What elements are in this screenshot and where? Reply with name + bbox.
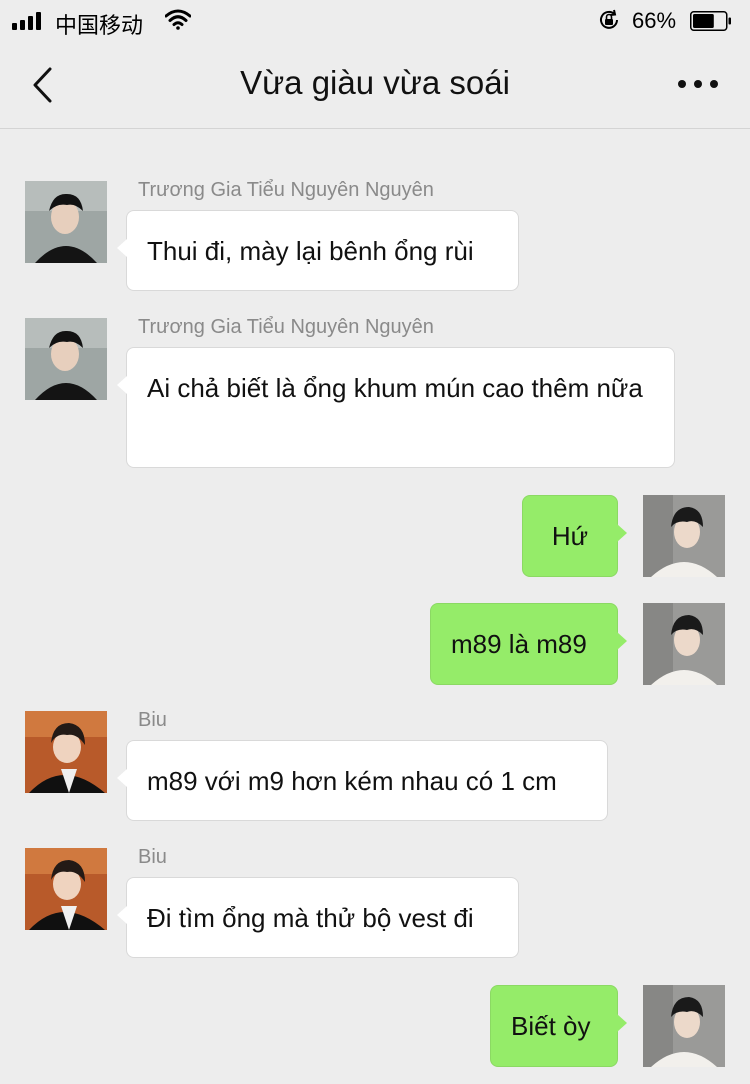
sender-name: Trương Gia Tiểu Nguyên Nguyên	[138, 179, 434, 201]
avatar[interactable]	[25, 318, 107, 400]
avatar[interactable]	[643, 985, 725, 1067]
battery-percent: 66%	[632, 8, 677, 33]
message-text: Ai chả biết là ổng khum mún cao thêm nữa	[147, 373, 643, 403]
sender-name: Biu	[138, 846, 167, 868]
message-text: Hứ	[551, 521, 589, 551]
rotation-lock-icon	[600, 9, 618, 29]
battery-icon	[690, 11, 731, 31]
signal-icon	[12, 12, 48, 30]
message-text: m89 với m9 hơn kém nhau có 1 cm	[147, 766, 557, 796]
avatar[interactable]	[25, 711, 107, 793]
more-icon[interactable]	[678, 80, 718, 90]
message-bubble[interactable]: Ai chả biết là ổng khum mún cao thêm nữa	[117, 347, 675, 468]
message-text: Đi tìm ổng mà thử bộ vest đi	[147, 903, 474, 933]
message-list: Trương Gia Tiểu Nguyên Nguyên Thui đi, m…	[0, 129, 750, 1084]
carrier-name: 中国移动	[55, 13, 144, 38]
avatar[interactable]	[25, 181, 107, 263]
status-bar: 中国移动 66%	[0, 0, 750, 42]
message-text: Thui đi, mày lại bênh ổng rùi	[147, 236, 474, 266]
message-bubble[interactable]: m89 với m9 hơn kém nhau có 1 cm	[117, 740, 608, 821]
avatar[interactable]	[643, 495, 725, 577]
message-bubble[interactable]: Đi tìm ổng mà thử bộ vest đi	[117, 877, 519, 958]
message-text: m89 là m89	[451, 629, 587, 659]
chat-title: Vừa giàu vừa soái	[240, 64, 510, 101]
wifi-icon	[165, 9, 191, 30]
message-bubble[interactable]: Hứ	[522, 495, 627, 577]
avatar[interactable]	[643, 603, 725, 685]
sender-name: Biu	[138, 709, 167, 731]
message-text: Biết òy	[511, 1011, 591, 1041]
message-bubble[interactable]: Thui đi, mày lại bênh ổng rùi	[117, 210, 519, 291]
message-bubble[interactable]: Biết òy	[490, 985, 627, 1067]
sender-name: Trương Gia Tiểu Nguyên Nguyên	[138, 316, 434, 338]
message-bubble[interactable]: m89 là m89	[430, 603, 627, 685]
avatar[interactable]	[25, 848, 107, 930]
chat-header: Vừa giàu vừa soái	[0, 42, 750, 129]
